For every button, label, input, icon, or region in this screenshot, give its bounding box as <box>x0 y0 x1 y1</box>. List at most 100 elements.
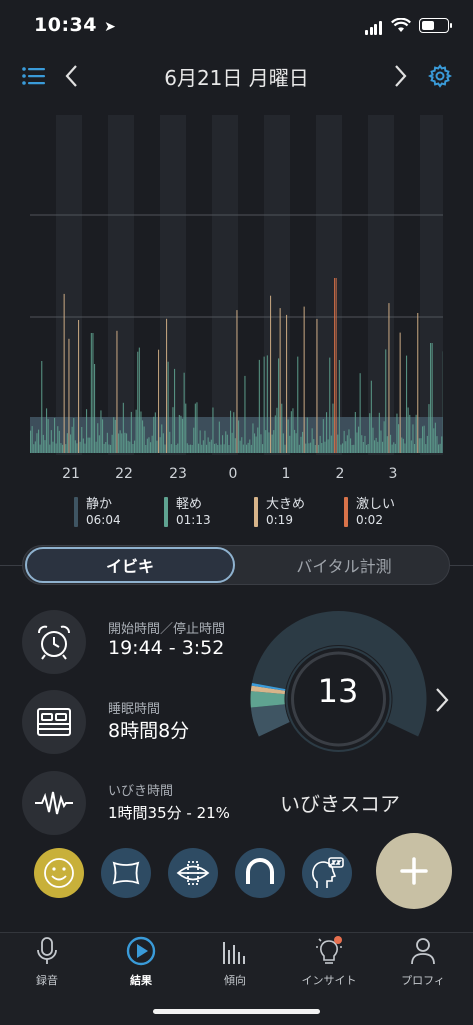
add-factor-button[interactable] <box>376 833 452 909</box>
score-details-button[interactable] <box>434 686 450 718</box>
chart-bar <box>416 415 417 453</box>
chart-x-tick: 22 <box>115 466 133 482</box>
chart-bar <box>440 444 441 453</box>
wifi-icon <box>391 18 411 33</box>
next-day-button[interactable] <box>392 64 408 92</box>
chart-bar <box>424 426 425 453</box>
chart-bar <box>152 436 153 453</box>
chart-bar <box>412 424 413 453</box>
chart-bar <box>232 433 233 453</box>
chart-x-tick: 1 <box>282 466 291 482</box>
chart-bar <box>377 442 378 453</box>
chart-bar <box>411 440 412 453</box>
mouth-strip-factor-button[interactable] <box>168 848 218 898</box>
chart-bar <box>203 440 204 453</box>
tab-label: プロフィ <box>376 972 470 988</box>
chart-bar <box>353 445 354 453</box>
legend-label: 大きめ <box>266 497 305 512</box>
bars-icon <box>220 936 250 966</box>
chart-bar <box>228 445 229 453</box>
chart-bar <box>33 444 34 453</box>
legend-value: 0:19 <box>266 512 305 529</box>
chart-bar <box>406 356 407 453</box>
chart-column-band <box>420 115 443 455</box>
chart-bar <box>120 430 121 453</box>
chart-bar <box>419 438 420 453</box>
chart-bar <box>83 439 84 454</box>
chart-bar <box>372 428 373 453</box>
chart-bar <box>72 427 73 453</box>
tab-label: 結果 <box>94 972 188 988</box>
chart-bar <box>240 441 241 453</box>
chart-bar <box>246 445 247 453</box>
chart-bar <box>59 431 60 453</box>
chart-bar <box>254 433 255 453</box>
chart-bar <box>201 445 202 453</box>
tab-trends[interactable]: 傾向 <box>188 936 282 988</box>
mouth-tape-icon <box>175 858 211 888</box>
plus-icon <box>399 856 429 886</box>
chart-bar <box>369 413 370 453</box>
chart-bar <box>113 417 114 453</box>
chart-bar <box>171 444 172 453</box>
time-range-label: 開始時間／停止時間 <box>108 618 225 637</box>
chart-bar <box>280 308 281 453</box>
tab-results[interactable]: 結果 <box>94 936 188 988</box>
chart-bar <box>190 445 191 453</box>
tab-vitals[interactable]: バイタル計測 <box>240 547 448 583</box>
chart-bar <box>206 445 207 453</box>
chart-bar <box>187 443 188 453</box>
chart-bar <box>259 360 260 453</box>
chart-bar <box>417 313 418 453</box>
tab-insights[interactable]: インサイト <box>282 936 376 988</box>
chart-bar <box>300 437 301 453</box>
settings-button[interactable] <box>428 64 452 92</box>
chart-bar <box>308 443 309 453</box>
tab-snoring[interactable]: イビキ <box>25 547 235 583</box>
legend-swatch <box>344 497 348 527</box>
pillow-factor-button[interactable] <box>101 848 151 898</box>
chart-bar <box>91 333 92 453</box>
chart-bar <box>425 444 426 453</box>
chart-bar <box>214 444 215 453</box>
chart-bar <box>233 412 234 453</box>
chart-bar <box>324 442 325 453</box>
chart-bar <box>388 303 389 453</box>
chart-bar <box>78 320 79 453</box>
chart-bar <box>144 427 145 454</box>
mouthguard-factor-button[interactable] <box>235 848 285 898</box>
chart-bar <box>320 436 321 453</box>
chart-bar <box>126 433 127 453</box>
tab-record[interactable]: 録音 <box>0 936 94 988</box>
chart-bar <box>371 381 372 453</box>
chart-bar <box>275 415 276 453</box>
tired-factor-button[interactable] <box>302 848 352 898</box>
alarm-clock-icon <box>34 622 74 662</box>
chart-bar <box>73 418 74 453</box>
snore-score-label: いびきスコア <box>250 788 430 817</box>
legend-epic: 激しい0:02 <box>344 497 395 529</box>
chart-bar <box>283 433 284 453</box>
chart-bar <box>224 444 225 453</box>
chart-bar <box>422 426 423 453</box>
tab-label: インサイト <box>282 972 376 988</box>
chart-bar <box>198 444 199 453</box>
chart-bar <box>43 435 44 453</box>
chart-bar <box>236 310 237 453</box>
chart-bar <box>153 417 154 453</box>
chart-bar <box>216 443 217 453</box>
chart-bar <box>252 423 253 453</box>
chart-bar <box>94 364 95 453</box>
chart-bar <box>200 430 201 453</box>
chart-bar <box>307 418 308 454</box>
chart-bar <box>350 438 351 453</box>
chart-bar <box>38 430 39 453</box>
chart-bar <box>278 358 279 453</box>
legend-label: 静か <box>86 497 121 512</box>
chart-bar <box>32 426 33 453</box>
chart-bar <box>70 435 71 454</box>
mood-button[interactable] <box>34 848 84 898</box>
legend-quiet: 静か06:04 <box>74 497 121 529</box>
tab-profile[interactable]: プロフィ <box>376 936 470 988</box>
chart-bar <box>56 444 57 454</box>
